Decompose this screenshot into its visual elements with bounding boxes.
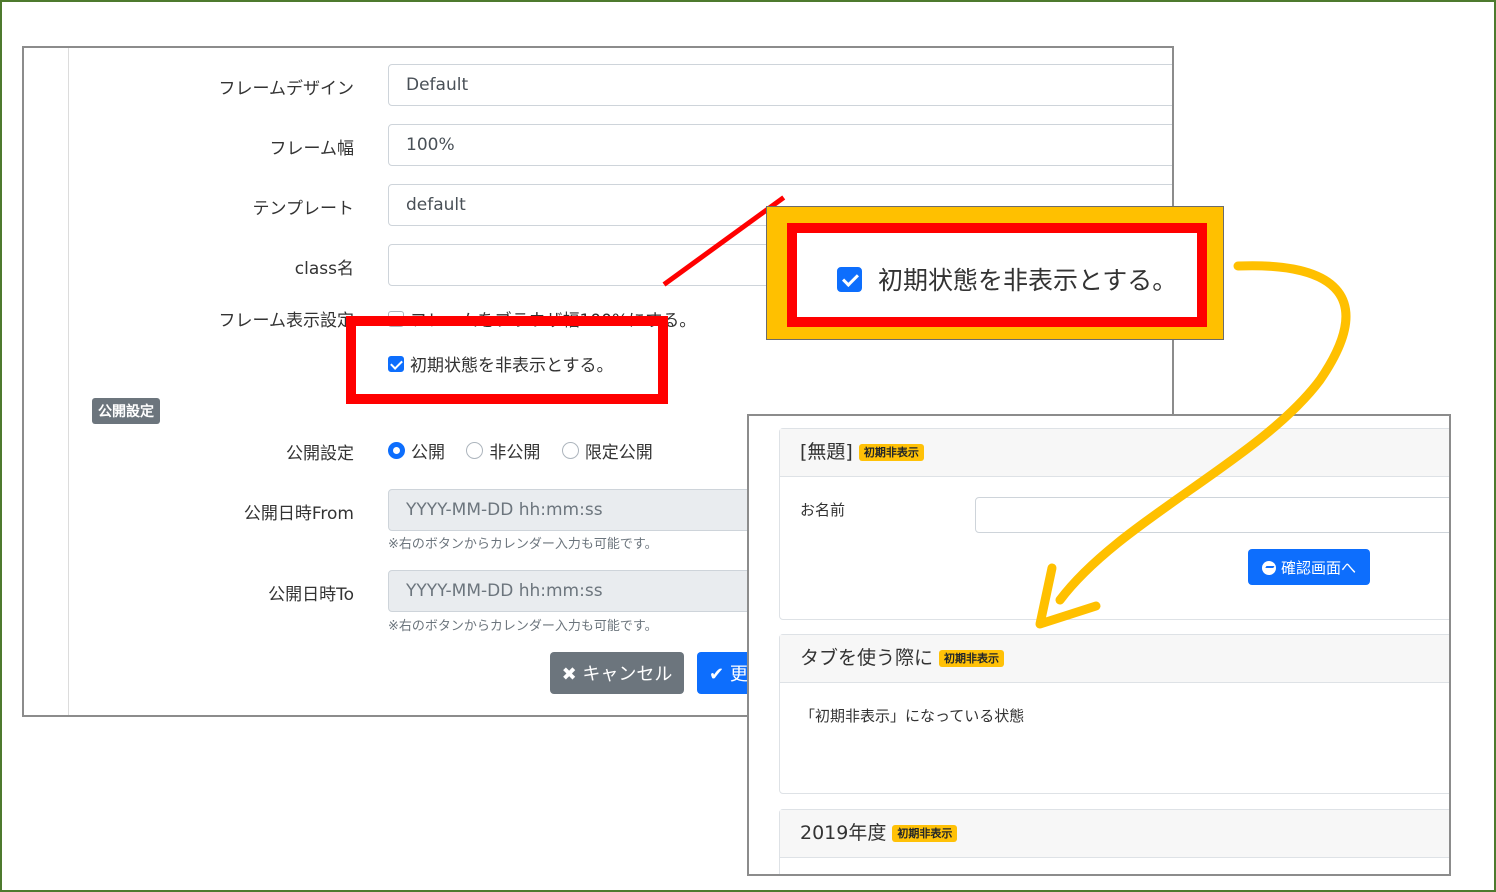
publish-option-limited[interactable]: 限定公開 [561, 438, 653, 463]
publish-label: 公開設定 [286, 444, 354, 464]
radio-limited[interactable] [561, 442, 579, 459]
publish-to-help: ※右のボタンからカレンダー入力も可能です。 [388, 619, 658, 634]
left-divider [68, 48, 69, 715]
publish-option-private[interactable]: 非公開 [466, 438, 540, 463]
frame-design-select[interactable]: Default [388, 64, 1172, 106]
radio-public[interactable] [388, 442, 405, 459]
zoom-callout-inner: 初期状態を非表示とする。 [787, 223, 1207, 327]
card-title: タブを使う際に [800, 647, 934, 669]
publish-from-help: ※右のボタンからカレンダー入力も可能です。 [388, 537, 658, 552]
publish-to-input[interactable]: YYYY-MM-DD hh:mm:ss [388, 570, 768, 612]
publish-radio-group: 公開 非公開 限定公開 [388, 438, 669, 463]
result-preview-panel: [無題] 初期非表示 お名前 確認画面へ タブを使う際に 初期非表示 「初期非表示」… [747, 414, 1451, 876]
card-header: [無題] 初期非表示 [780, 429, 1449, 477]
highlight-box [346, 316, 668, 404]
cancel-button[interactable]: ✖ キャンセル [550, 652, 684, 694]
zoom-checkbox-row: 初期状態を非表示とする。 [837, 261, 1177, 297]
card-header: 2019年度 初期非表示 [780, 810, 1449, 858]
card-untitled: [無題] 初期非表示 お名前 確認画面へ [779, 428, 1449, 620]
initial-hidden-badge: 初期非表示 [939, 650, 1005, 667]
initial-hidden-badge: 初期非表示 [858, 444, 924, 461]
frame-display-label: フレーム表示設定 [218, 311, 355, 331]
initial-hidden-badge: 初期非表示 [892, 825, 958, 842]
publish-option-public[interactable]: 公開 [388, 438, 445, 463]
check-icon: ✔ [709, 664, 725, 685]
name-label: お名前 [800, 501, 846, 519]
messenger-icon [1261, 561, 1276, 575]
class-name-label: class名 [294, 259, 354, 279]
frame-width-select[interactable]: 100% [388, 124, 1172, 166]
frame-width-label: フレーム幅 [269, 139, 355, 159]
frame-design-label: フレームデザイン [218, 79, 355, 99]
zoom-checkbox-checked [837, 266, 862, 292]
confirm-button[interactable]: 確認画面へ [1248, 549, 1370, 585]
card-tabs: タブを使う際に 初期非表示 「初期非表示」になっている状態 [779, 634, 1449, 794]
publish-from-input[interactable]: YYYY-MM-DD hh:mm:ss [388, 489, 768, 531]
close-icon: ✖ [561, 664, 577, 685]
template-label: テンプレート [252, 199, 355, 219]
publish-section-badge: 公開設定 [92, 398, 160, 424]
zoom-callout: 初期状態を非表示とする。 [766, 206, 1224, 340]
publish-to-label: 公開日時To [268, 585, 354, 605]
name-input[interactable] [975, 497, 1449, 533]
publish-from-label: 公開日時From [243, 504, 354, 524]
card-header: タブを使う際に 初期非表示 [780, 635, 1449, 683]
card-title: 2019年度 [800, 822, 887, 844]
zoom-checkbox-label: 初期状態を非表示とする。 [877, 266, 1178, 295]
card-2019: 2019年度 初期非表示 [779, 809, 1449, 874]
card-title: [無題] [800, 441, 853, 463]
radio-private[interactable] [466, 442, 484, 459]
card-body-text: 「初期非表示」になっている状態 [800, 707, 1025, 725]
